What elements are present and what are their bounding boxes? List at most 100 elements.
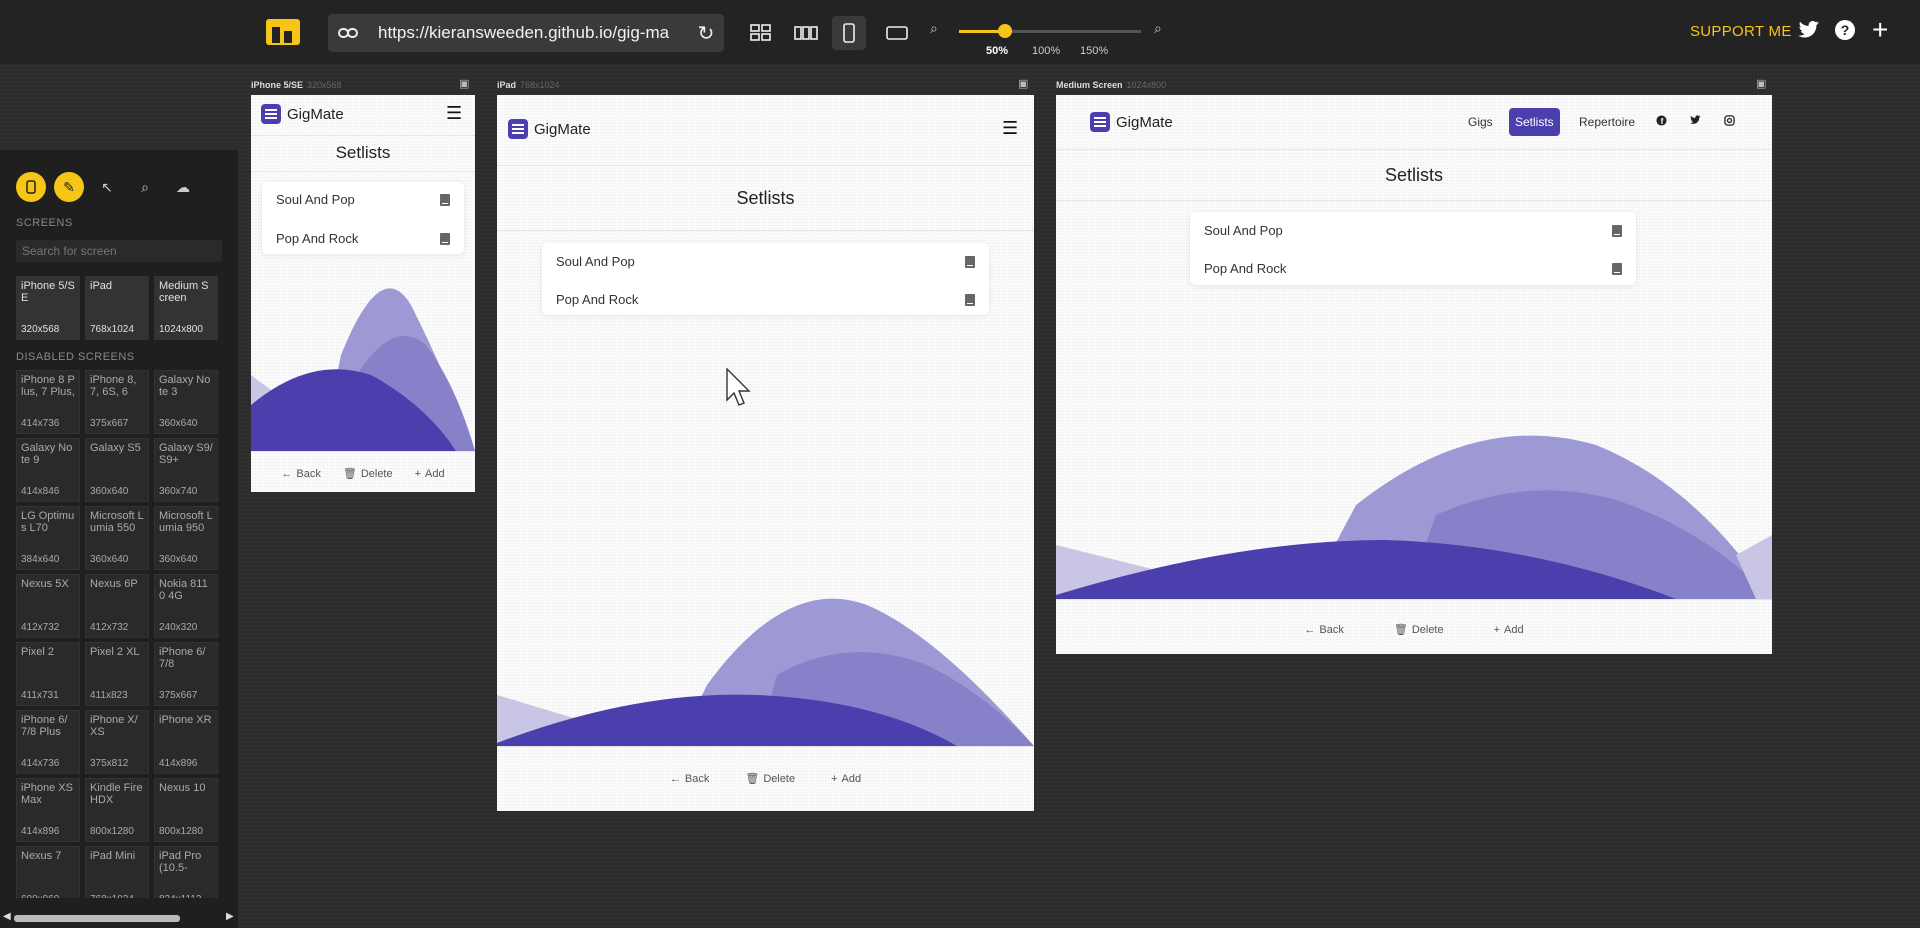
setlist-item[interactable]: Soul And Pop xyxy=(1204,223,1622,238)
gigmate-logo-icon[interactable] xyxy=(508,119,528,139)
device-tile[interactable]: Nokia 8110 4G 240x320 xyxy=(154,574,218,638)
back-button[interactable]: ← Back xyxy=(281,467,320,480)
device-tile[interactable]: iPhone 8, 7, 6S, 6 375x667 xyxy=(85,370,149,434)
device-tile[interactable]: Nexus 6P 412x732 xyxy=(85,574,149,638)
inspect-icon[interactable]: ✎ xyxy=(54,172,84,202)
scroll-right-icon[interactable]: ▶ xyxy=(226,911,234,922)
device-tile[interactable]: iPhone 8 Plus, 7 Plus, 414x736 xyxy=(16,370,80,434)
app-logo-icon[interactable] xyxy=(266,19,300,45)
zoom-label-100[interactable]: 100% xyxy=(1032,45,1060,57)
setlist-name[interactable]: Soul And Pop xyxy=(556,254,635,269)
camera-icon[interactable]: ▣ xyxy=(1018,77,1028,90)
brand-name[interactable]: GigMate xyxy=(287,106,344,123)
back-button[interactable]: ← Back xyxy=(670,772,709,785)
hamburger-menu-icon[interactable]: ☰ xyxy=(446,103,462,124)
setlist-name[interactable]: Pop And Rock xyxy=(556,292,638,307)
device-tile[interactable]: iPhone X/XS 375x812 xyxy=(85,710,149,774)
device-tile[interactable]: Medium Screen 1024x800 xyxy=(154,276,218,340)
nav-setlists[interactable]: Setlists xyxy=(1509,108,1560,136)
brand-name[interactable]: GigMate xyxy=(1116,114,1173,131)
device-tile[interactable]: LG Optimus L70 384x640 xyxy=(16,506,80,570)
nav-gigs[interactable]: Gigs xyxy=(1468,115,1493,129)
grid-view-icon[interactable] xyxy=(746,16,776,50)
tablet-icon[interactable] xyxy=(882,16,912,50)
device-tile[interactable]: Galaxy S9/S9+ 360x740 xyxy=(154,438,218,502)
device-tile[interactable]: Kindle Fire HDX 800x1280 xyxy=(85,778,149,842)
device-tile[interactable]: iPhone 5/SE 320x568 xyxy=(16,276,80,340)
setlist-item[interactable]: Pop And Rock xyxy=(556,292,975,307)
device-tile[interactable]: iPad Pro (10.5- 834x1112 xyxy=(154,846,218,898)
book-icon[interactable] xyxy=(965,293,975,306)
scroll-left-icon[interactable]: ◀ xyxy=(3,911,11,922)
device-tile[interactable]: iPad 768x1024 xyxy=(85,276,149,340)
zoom-label-150[interactable]: 150% xyxy=(1080,45,1108,57)
book-icon[interactable] xyxy=(440,232,450,245)
link-icon[interactable] xyxy=(328,23,368,44)
device-tile[interactable]: iPhone 6/7/8 375x667 xyxy=(154,642,218,706)
delete-button[interactable]: 🗑 Delete xyxy=(343,467,393,481)
setlist-name[interactable]: Soul And Pop xyxy=(276,192,355,207)
nav-repertoire[interactable]: Repertoire xyxy=(1579,115,1635,129)
address-bar[interactable]: https://kieransweeden.github.io/gig-ma ↻ xyxy=(328,14,724,52)
book-icon[interactable] xyxy=(1612,224,1622,237)
brand-name[interactable]: GigMate xyxy=(534,121,591,138)
delete-button[interactable]: 🗑 Delete xyxy=(745,772,795,786)
zoom-label-50[interactable]: 50% xyxy=(986,45,1008,57)
hamburger-menu-icon[interactable]: ☰ xyxy=(1002,118,1018,139)
support-me-link[interactable]: SUPPORT ME xyxy=(1690,23,1792,40)
setlist-item[interactable]: Soul And Pop xyxy=(556,254,975,269)
scrollbar-thumb[interactable] xyxy=(14,915,180,922)
device-tile[interactable]: Galaxy Note 3 360x640 xyxy=(154,370,218,434)
url-text[interactable]: https://kieransweeden.github.io/gig-ma xyxy=(368,23,688,43)
device-tile[interactable]: iPhone 6/7/8 Plus 414x736 xyxy=(16,710,80,774)
back-button[interactable]: ← Back xyxy=(1304,623,1343,636)
setlist-name[interactable]: Pop And Rock xyxy=(276,231,358,246)
pointer-icon[interactable]: ↖ xyxy=(92,172,122,202)
device-tile[interactable]: iPhone XS Max 414x896 xyxy=(16,778,80,842)
gigmate-logo-icon[interactable] xyxy=(261,104,281,124)
device-tile[interactable]: Microsoft Lumia 550 360x640 xyxy=(85,506,149,570)
add-button[interactable]: + Add xyxy=(1494,623,1524,636)
device-toggle-icon[interactable] xyxy=(16,172,46,202)
gigmate-logo-icon[interactable] xyxy=(1090,112,1110,132)
zoom-slider-handle[interactable] xyxy=(998,24,1012,38)
search-icon[interactable]: ⌕ xyxy=(130,172,160,202)
setlist-item[interactable]: Pop And Rock xyxy=(1204,261,1622,276)
add-button[interactable]: + Add xyxy=(831,772,861,785)
cloud-download-icon[interactable]: ☁ xyxy=(168,172,198,202)
twitter-icon[interactable] xyxy=(1798,19,1820,45)
zoom-in-icon[interactable]: ⌕ xyxy=(1154,20,1162,37)
delete-button[interactable]: 🗑 Delete xyxy=(1394,623,1444,637)
device-tile[interactable]: iPad Mini 768x1024 xyxy=(85,846,149,898)
device-tile[interactable]: Nexus 10 800x1280 xyxy=(154,778,218,842)
setlist-item[interactable]: Pop And Rock xyxy=(276,231,450,246)
plus-icon[interactable]: + xyxy=(1872,14,1888,46)
add-button[interactable]: + Add xyxy=(415,467,445,480)
zoom-out-icon[interactable]: ⌕ xyxy=(930,20,938,37)
reload-icon[interactable]: ↻ xyxy=(688,21,724,46)
phone-icon[interactable] xyxy=(832,16,866,50)
device-tile[interactable]: iPhone XR 414x896 xyxy=(154,710,218,774)
device-tile[interactable]: Galaxy S5 360x640 xyxy=(85,438,149,502)
device-tile[interactable]: Microsoft Lumia 950 360x640 xyxy=(154,506,218,570)
device-tile[interactable]: Galaxy Note 9 414x846 xyxy=(16,438,80,502)
camera-icon[interactable]: ▣ xyxy=(459,77,469,90)
device-tile[interactable]: Pixel 2 411x731 xyxy=(16,642,80,706)
instagram-icon[interactable] xyxy=(1724,115,1735,129)
facebook-icon[interactable]: f xyxy=(1656,115,1667,129)
setlist-name[interactable]: Pop And Rock xyxy=(1204,261,1286,276)
book-icon[interactable] xyxy=(440,193,450,206)
twitter-icon[interactable] xyxy=(1690,115,1701,128)
device-tile[interactable]: Nexus 7 600x960 xyxy=(16,846,80,898)
setlist-name[interactable]: Soul And Pop xyxy=(1204,223,1283,238)
screen-search-input[interactable] xyxy=(16,240,222,262)
camera-icon[interactable]: ▣ xyxy=(1756,77,1766,90)
setlist-item[interactable]: Soul And Pop xyxy=(276,192,450,207)
device-tile[interactable]: Nexus 5X 412x732 xyxy=(16,574,80,638)
book-icon[interactable] xyxy=(1612,262,1622,275)
help-icon[interactable]: ? xyxy=(1834,19,1856,47)
columns-view-icon[interactable] xyxy=(790,16,822,50)
sidebar-scrollbar[interactable]: ◀ ▶ xyxy=(0,910,238,926)
book-icon[interactable] xyxy=(965,255,975,268)
device-tile[interactable]: Pixel 2 XL 411x823 xyxy=(85,642,149,706)
